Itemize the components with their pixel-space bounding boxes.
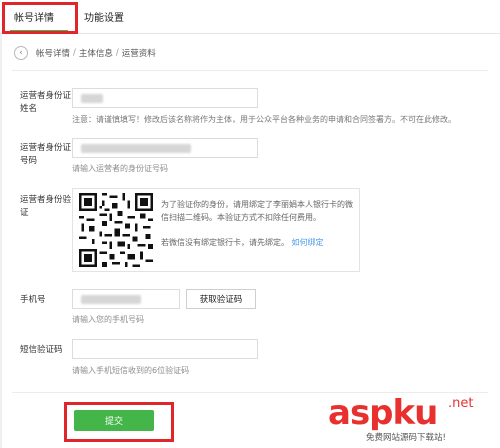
sms-hint: 请输入手机短信收到的6位验证码 <box>72 366 190 375</box>
blurred-id-number <box>81 144 191 153</box>
left-divider <box>0 34 2 448</box>
breadcrumb: ‹ 帐号详情 / 主体信息 / 运营资料 <box>14 46 156 60</box>
highlight-box-tab <box>2 2 78 34</box>
watermark-net: .net <box>448 396 474 411</box>
verify-no-card: 若微信没有绑定银行卡，请先绑定。 如何绑定 <box>161 237 324 248</box>
tab-function-settings[interactable]: 功能设置 <box>84 9 124 24</box>
name-label: 运营者身份证姓名 <box>20 91 72 114</box>
breadcrumb-subject[interactable]: 主体信息 <box>79 47 113 59</box>
get-code-button[interactable]: 获取验证码 <box>186 289 256 309</box>
id-number-input[interactable] <box>72 138 258 158</box>
verify-instruction: 为了验证你的身份，请用绑定了李丽娟本人银行卡的微信扫描二维码。本验证方式不扣除任… <box>161 200 353 222</box>
header-divider <box>12 70 488 71</box>
how-to-bind-link[interactable]: 如何绑定 <box>292 238 324 247</box>
sms-code-input[interactable] <box>72 339 258 359</box>
back-arrow-icon[interactable]: ‹ <box>14 46 28 60</box>
breadcrumb-account[interactable]: 帐号详情 <box>36 47 70 59</box>
breadcrumb-operator: 运营资料 <box>121 49 156 59</box>
watermark-subtitle: 免费网站源码下载站! <box>364 430 448 444</box>
watermark: aspku .net 免费网站源码下载站! <box>328 394 498 446</box>
highlight-box-submit <box>64 402 174 442</box>
name-input[interactable] <box>72 88 258 108</box>
blurred-name <box>81 94 103 103</box>
verify-panel: 为了验证你的身份，请用绑定了李丽娟本人银行卡的微信扫描二维码。本验证方式不扣除任… <box>72 188 360 272</box>
sms-label: 短信验证码 <box>20 345 63 355</box>
id-number-hint: 请输入运营者的身份证号码 <box>72 164 168 173</box>
phone-input[interactable] <box>72 289 180 309</box>
blurred-phone <box>81 295 141 304</box>
verify-no-card-text: 若微信没有绑定银行卡，请先绑定。 <box>161 238 289 247</box>
watermark-logo: aspku <box>328 393 438 433</box>
verify-label: 运营者身份验证 <box>20 195 72 218</box>
id-number-label: 运营者身份证号码 <box>20 143 72 166</box>
breadcrumb-separator: / <box>73 48 76 58</box>
name-note: 注意：请谨慎填写！修改后该名称将作为主体，用于公众平台各种业务的申请和合同签署方… <box>72 115 456 124</box>
phone-hint: 请输入您的手机号码 <box>72 315 144 324</box>
phone-label: 手机号 <box>20 295 46 305</box>
breadcrumb-separator: / <box>115 48 119 58</box>
qr-code-icon <box>79 193 153 267</box>
